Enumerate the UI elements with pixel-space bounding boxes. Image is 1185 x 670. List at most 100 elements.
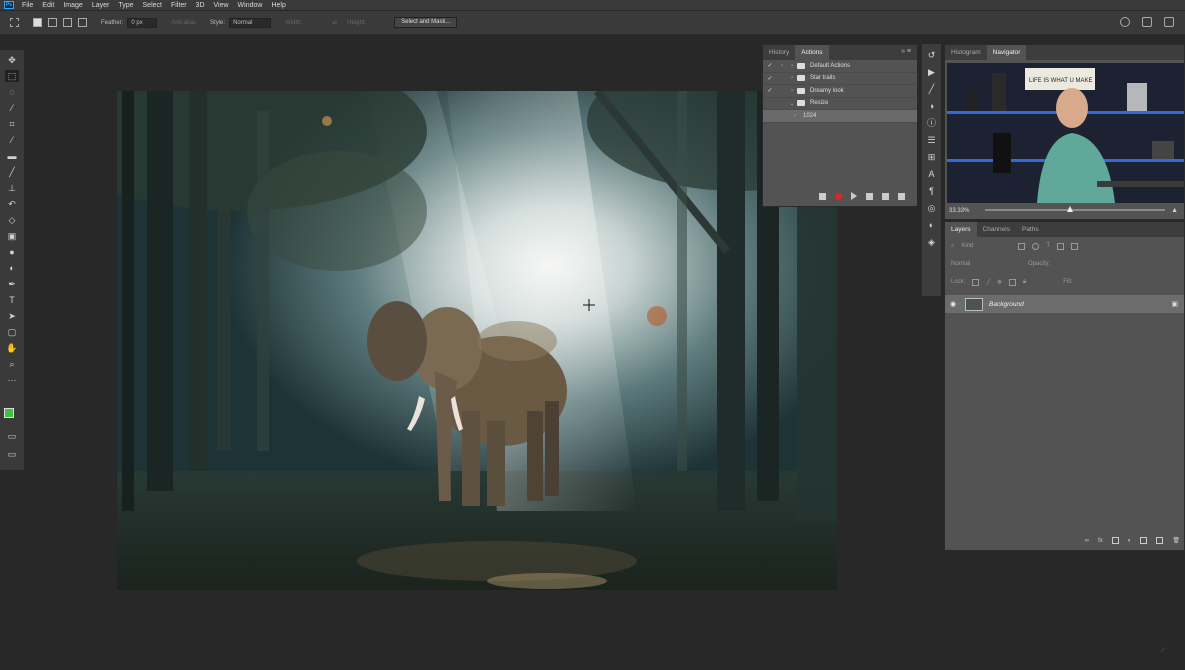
action-set-default[interactable]: ✓ ▫ › Default Actions bbox=[763, 60, 917, 73]
trash-icon[interactable]: 🗑︎ bbox=[1172, 537, 1180, 544]
menu-3d[interactable]: 3D bbox=[196, 2, 205, 9]
lock-all-icon[interactable]: 🔒︎ bbox=[1023, 279, 1026, 286]
lock-artboard-icon[interactable] bbox=[1009, 278, 1016, 286]
new-action-icon[interactable] bbox=[882, 192, 889, 200]
type-filter-icon[interactable]: T bbox=[1046, 243, 1050, 249]
layer-mask-icon[interactable] bbox=[1111, 537, 1119, 544]
select-and-mask-button[interactable]: Select and Mask... bbox=[394, 17, 458, 28]
tab-navigator[interactable]: Navigator bbox=[986, 45, 1027, 60]
zoom-in-icon[interactable]: ▲ bbox=[1171, 207, 1178, 214]
fx-icon[interactable]: fx bbox=[1098, 538, 1103, 544]
link-layers-icon[interactable]: ∞ bbox=[1085, 538, 1089, 544]
quick-mask-icon[interactable]: ▭ bbox=[5, 430, 19, 442]
panel-menu-icon[interactable]: » ≡ bbox=[901, 48, 911, 55]
zoom-tool-icon[interactable]: ⌕ bbox=[5, 358, 19, 370]
info-icon[interactable]: ⓘ bbox=[926, 118, 938, 129]
tab-paths[interactable]: Paths bbox=[1016, 222, 1045, 237]
healing-brush-tool-icon[interactable]: ▬ bbox=[5, 150, 19, 162]
menu-select[interactable]: Select bbox=[143, 2, 162, 9]
magic-wand-tool-icon[interactable]: ⁄ bbox=[5, 102, 19, 114]
hand-tool-icon[interactable]: ✋ bbox=[5, 342, 19, 354]
path-selection-tool-icon[interactable]: ➤ bbox=[5, 310, 19, 322]
gradient-tool-icon[interactable]: ▣ bbox=[5, 230, 19, 242]
pixel-filter-icon[interactable] bbox=[1018, 242, 1026, 250]
zoom-slider[interactable] bbox=[985, 206, 1165, 212]
new-group-icon[interactable] bbox=[1140, 537, 1148, 544]
check-icon[interactable]: ✓ bbox=[763, 87, 777, 94]
adjustments-icon[interactable]: ◑ bbox=[926, 101, 938, 112]
brush-tool-icon[interactable]: ╱ bbox=[5, 166, 19, 178]
navigator-preview[interactable]: LIFE IS WHAT U MAKE bbox=[947, 63, 1184, 203]
record-icon[interactable] bbox=[835, 192, 842, 200]
brush-settings-icon[interactable]: ╱ bbox=[926, 84, 938, 95]
lock-pixels-icon[interactable] bbox=[972, 278, 980, 286]
swap-icon[interactable]: ⇄ bbox=[332, 19, 337, 26]
menu-type[interactable]: Type bbox=[118, 2, 133, 9]
tab-layers[interactable]: Layers bbox=[945, 222, 977, 237]
adjustment-filter-icon[interactable] bbox=[1032, 242, 1040, 250]
action-set-dreamy-look[interactable]: ✓ › Dreamy look bbox=[763, 85, 917, 98]
character-icon[interactable]: A bbox=[926, 169, 938, 180]
shape-filter-icon[interactable] bbox=[1057, 242, 1065, 250]
rectangular-marquee-tool-icon[interactable]: ⬚ bbox=[5, 70, 19, 82]
menu-image[interactable]: Image bbox=[63, 2, 82, 9]
elephant-forest-photo[interactable] bbox=[117, 91, 837, 590]
pen-tool-icon[interactable]: ✒ bbox=[5, 278, 19, 290]
move-tool-icon[interactable]: ✥ bbox=[5, 54, 19, 66]
paragraph-icon[interactable]: ¶ bbox=[926, 186, 938, 197]
menu-filter[interactable]: Filter bbox=[171, 2, 187, 9]
action-1024[interactable]: › 1024 bbox=[763, 110, 917, 123]
stop-icon[interactable] bbox=[819, 192, 826, 200]
play-icon[interactable] bbox=[851, 192, 857, 200]
adjustment-layer-icon[interactable]: ◐ bbox=[1128, 538, 1132, 544]
dodge-tool-icon[interactable]: ◐ bbox=[5, 262, 19, 274]
clone-source-icon[interactable]: ⊞ bbox=[926, 152, 938, 163]
tab-histogram[interactable]: Histogram bbox=[945, 45, 987, 60]
screen-mode-icon[interactable]: ▭ bbox=[5, 448, 19, 460]
search-icon[interactable]: ⌕ bbox=[951, 243, 954, 250]
lock-brush-icon[interactable]: ╱ bbox=[986, 279, 990, 286]
menu-view[interactable]: View bbox=[214, 2, 229, 9]
lasso-tool-icon[interactable]: ◌ bbox=[5, 86, 19, 98]
tab-actions[interactable]: Actions bbox=[795, 45, 829, 60]
action-set-star-trails[interactable]: ✓ › Star trails bbox=[763, 73, 917, 85]
kind-filter-select[interactable]: Kind bbox=[961, 243, 1011, 249]
trash-icon[interactable] bbox=[898, 192, 905, 200]
chevron-right-icon[interactable]: › bbox=[787, 88, 797, 94]
history-brush-tool-icon[interactable]: ↶ bbox=[5, 198, 19, 210]
chevron-down-icon[interactable]: ⌄ bbox=[787, 100, 797, 107]
dialog-toggle-icon[interactable]: ▫ bbox=[777, 63, 787, 69]
channels-icon[interactable]: ◎ bbox=[926, 203, 938, 214]
feather-input[interactable]: 0 px bbox=[127, 17, 158, 28]
chevron-right-icon[interactable]: › bbox=[787, 75, 797, 81]
menu-window[interactable]: Window bbox=[238, 2, 263, 9]
blur-tool-icon[interactable]: ● bbox=[5, 246, 19, 258]
menu-help[interactable]: Help bbox=[271, 2, 285, 9]
menu-layer[interactable]: Layer bbox=[92, 2, 110, 9]
add-selection-icon[interactable] bbox=[48, 18, 57, 27]
history-icon[interactable]: ↺ bbox=[926, 50, 938, 61]
actions-play-icon[interactable]: ▶ bbox=[926, 67, 938, 78]
shape-tool-icon[interactable]: ▢ bbox=[5, 326, 19, 338]
zoom-level[interactable]: 33.33% bbox=[949, 208, 969, 214]
more-tools-icon[interactable]: ··· bbox=[5, 374, 19, 386]
menu-file[interactable]: File bbox=[22, 2, 33, 9]
lock-position-icon[interactable]: ✥ bbox=[997, 279, 1002, 286]
new-set-icon[interactable] bbox=[866, 192, 873, 200]
eyedropper-tool-icon[interactable]: ⁄ bbox=[5, 134, 19, 146]
eye-icon[interactable]: ◉ bbox=[945, 300, 961, 308]
check-icon[interactable]: ✓ bbox=[763, 75, 777, 82]
layer-name[interactable]: Background bbox=[989, 301, 1024, 308]
share-icon[interactable] bbox=[1164, 17, 1174, 27]
layer-row-background[interactable]: ◉ Background ▣ bbox=[945, 295, 1184, 313]
foreground-color-swatch[interactable] bbox=[4, 408, 14, 418]
workspace-icon[interactable] bbox=[1142, 17, 1152, 27]
tab-channels[interactable]: Channels bbox=[977, 222, 1016, 237]
search-icon[interactable] bbox=[1120, 17, 1130, 27]
style-select[interactable]: Normal bbox=[229, 17, 272, 28]
new-selection-icon[interactable] bbox=[33, 18, 42, 27]
clone-stamp-tool-icon[interactable]: ⊥ bbox=[5, 182, 19, 194]
subtract-selection-icon[interactable] bbox=[63, 18, 72, 27]
chevron-right-icon[interactable]: › bbox=[787, 63, 797, 69]
check-icon[interactable]: ✓ bbox=[763, 62, 777, 69]
